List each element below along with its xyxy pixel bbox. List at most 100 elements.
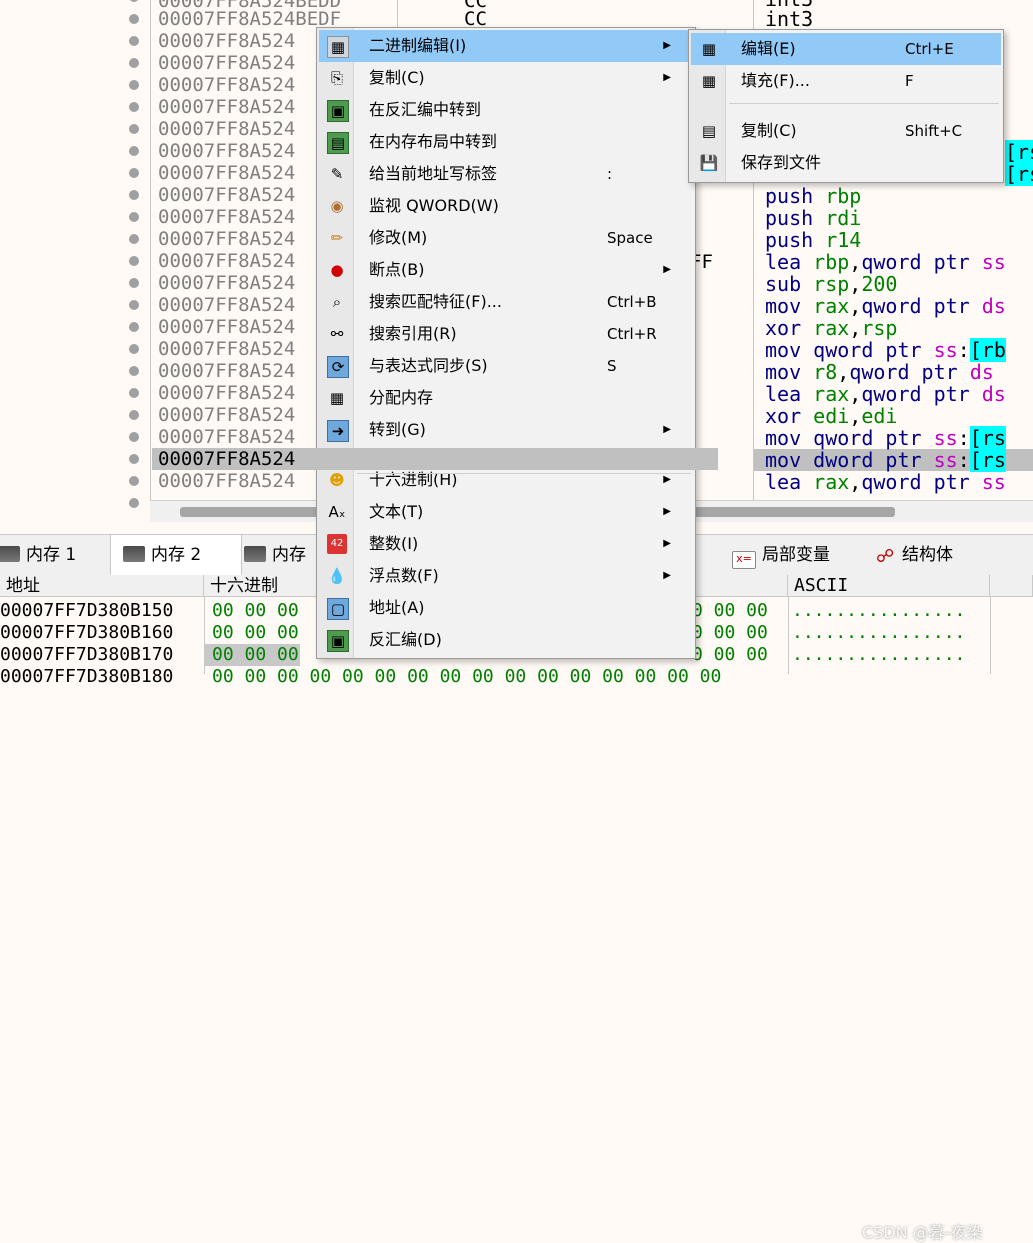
menu-item-watch[interactable]: ◉ 监视 QWORD(W)	[319, 190, 693, 222]
asm-instruction[interactable]: xor rax,rsp	[765, 317, 897, 339]
dump-row-ascii[interactable]: ................	[792, 644, 965, 666]
address-line[interactable]: 00007FF8A524	[158, 316, 295, 338]
menu-item-disasm-goto[interactable]: ▣ 在反汇编中转到	[319, 94, 693, 126]
breakpoint-gutter[interactable]	[0, 0, 151, 508]
menu-item-copy[interactable]: ⎘ 复制(C) ▶	[319, 62, 693, 94]
menu-item-address[interactable]: ▢ 地址(A)	[319, 592, 693, 624]
dump-row-address[interactable]: 00007FF7D380B180	[0, 666, 173, 688]
asm-instruction[interactable]: mov r8,qword ptr ds	[765, 361, 994, 383]
dump-row-hex[interactable]: 0 00 00	[692, 600, 768, 622]
asm-instruction[interactable]: lea rax,qword ptr ds	[765, 383, 1006, 405]
menu-item-label[interactable]: ✎ 给当前地址写标签:	[319, 158, 693, 190]
breakpoint-dot[interactable]	[129, 212, 139, 222]
address-line[interactable]: 00007FF8A524	[158, 228, 295, 250]
tab-memory-2[interactable]: 内存 2	[110, 535, 242, 575]
address-line[interactable]: 00007FF8A524	[158, 404, 295, 426]
address-line[interactable]: 00007FF8A524	[158, 250, 295, 272]
asm-instruction[interactable]: mov dword ptr ss:[rs	[765, 448, 1006, 472]
menu-item-text[interactable]: Aₓ 文本(T) ▶	[319, 496, 693, 528]
breakpoint-dot[interactable]	[129, 124, 139, 134]
address-line[interactable]: 00007FF8A524	[158, 272, 295, 294]
address-line[interactable]: 00007FF8A524	[158, 30, 295, 52]
dump-row-ascii[interactable]: ................	[792, 600, 965, 622]
breakpoint-dot[interactable]	[129, 234, 139, 244]
menu-item-breakpoint[interactable]: ● 断点(B) ▶	[319, 254, 693, 286]
tab-local-variables[interactable]: x= 局部变量	[732, 535, 854, 575]
breakpoint-dot[interactable]	[129, 388, 139, 398]
address-line[interactable]: 00007FF8A524	[158, 360, 295, 382]
address-line[interactable]: 00007FF8A524	[158, 338, 295, 360]
address-line[interactable]: 00007FF8A524	[152, 448, 718, 470]
tab-memory-3[interactable]: 内存	[244, 535, 316, 575]
address-line[interactable]: 00007FF8A524	[158, 294, 295, 316]
menu-item-pencil[interactable]: ✏ 修改(M) Space	[319, 222, 693, 254]
address-line[interactable]: 00007FF8A524	[158, 184, 295, 206]
dump-header-address[interactable]: 地址	[0, 575, 204, 597]
dump-row-ascii[interactable]: ................	[792, 622, 965, 644]
dump-row-hex[interactable]: 00 00 00	[212, 600, 299, 622]
breakpoint-dot[interactable]	[129, 14, 139, 24]
menu-item-fill[interactable]: ▦ 填充(F)... F	[691, 65, 1001, 97]
breakpoint-dot[interactable]	[129, 190, 139, 200]
tab-memory-1[interactable]: 内存 1	[0, 535, 110, 575]
asm-instruction[interactable]: push rbp	[765, 185, 861, 207]
tab-struct[interactable]: ☍ 结构体	[876, 535, 996, 575]
menu-item-memory-map[interactable]: ▤ 在内存布局中转到	[319, 126, 693, 158]
asm-instruction[interactable]: push rdi	[765, 207, 861, 229]
asm-instruction[interactable]: mov qword ptr ss:[rs	[765, 426, 1006, 450]
breakpoint-dot[interactable]	[129, 322, 139, 332]
menu-item-save-to-file[interactable]: 💾 保存到文件	[691, 147, 1001, 179]
menu-item-binary-edit[interactable]: ▦ 二进制编辑(I) ▶	[319, 30, 693, 62]
breakpoint-dot[interactable]	[129, 432, 139, 442]
breakpoint-dot[interactable]	[129, 102, 139, 112]
asm-instruction[interactable]: sub rsp,200	[765, 273, 897, 295]
asm-instruction[interactable]: int3	[765, 8, 813, 30]
dump-row-hex[interactable]: 00 00 00	[212, 644, 299, 666]
breakpoint-dot[interactable]	[129, 344, 139, 354]
menu-item-integer[interactable]: 42 整数(I) ▶	[319, 528, 693, 560]
breakpoint-dot[interactable]	[129, 58, 139, 68]
address-line[interactable]: 00007FF8A524	[158, 96, 295, 118]
breakpoint-dot[interactable]	[129, 256, 139, 266]
dump-header-ascii[interactable]: ASCII	[788, 575, 990, 597]
menu-item-binoculars[interactable]: ⚯ 搜索引用(R) Ctrl+R	[319, 318, 693, 350]
address-line[interactable]: 00007FF8A524	[158, 118, 295, 140]
breakpoint-dot[interactable]	[129, 498, 139, 508]
address-line[interactable]: 00007FF8A524	[158, 162, 295, 184]
breakpoint-dot[interactable]	[129, 454, 139, 464]
asm-instruction[interactable]: mov rax,qword ptr ds	[765, 295, 1006, 317]
asm-instruction[interactable]: push r14	[765, 229, 861, 251]
asm-instruction[interactable]: lea rax,qword ptr ss	[765, 471, 1006, 493]
address-line[interactable]: 00007FF8A524	[158, 206, 295, 228]
breakpoint-dot[interactable]	[129, 410, 139, 420]
menu-item-float-drop[interactable]: 💧 浮点数(F) ▶	[319, 560, 693, 592]
menu-item-sync[interactable]: ⟳ 与表达式同步(S) S	[319, 350, 693, 382]
menu-item-search-pattern[interactable]: ⌕ 搜索匹配特征(F)... Ctrl+B	[319, 286, 693, 318]
breakpoint-dot[interactable]	[129, 0, 139, 2]
breakpoint-dot[interactable]	[129, 476, 139, 486]
address-line[interactable]: 00007FF8A524	[158, 52, 295, 74]
asm-instruction[interactable]: lea rbp,qword ptr ss	[765, 251, 1006, 273]
menu-item-copy-binary[interactable]: ▤ 复制(C) Shift+C	[691, 115, 1001, 147]
breakpoint-dot[interactable]	[129, 300, 139, 310]
dump-row-hex[interactable]: 00 00 00	[212, 622, 299, 644]
dump-row-address[interactable]: 00007FF7D380B160	[0, 622, 173, 644]
dump-row-hex[interactable]: 0 00 00	[692, 644, 768, 666]
address-line[interactable]: 00007FF8A524	[158, 382, 295, 404]
breakpoint-dot[interactable]	[129, 168, 139, 178]
address-line[interactable]: 00007FF8A524	[158, 426, 295, 448]
breakpoint-dot[interactable]	[129, 366, 139, 376]
address-line[interactable]: 00007FF8A524BEDF	[158, 8, 341, 30]
dump-row-hex[interactable]: 0 00 00	[692, 622, 768, 644]
menu-item-disassembly[interactable]: ▣ 反汇编(D)	[319, 624, 693, 656]
menu-item-edit-binary[interactable]: ▦ 编辑(E) Ctrl+E	[691, 33, 1001, 65]
menu-item-allocate-memory[interactable]: ▦ 分配内存	[319, 382, 693, 414]
breakpoint-dot[interactable]	[129, 36, 139, 46]
breakpoint-dot[interactable]	[129, 80, 139, 90]
dump-row-hex[interactable]: 00 00 00 00 00 00 00 00 00 00 00 00 00 0…	[212, 666, 721, 688]
breakpoint-dot[interactable]	[129, 278, 139, 288]
address-line[interactable]: 00007FF8A524	[158, 470, 295, 492]
asm-instruction[interactable]: mov qword ptr ss:[rb	[765, 338, 1006, 362]
asm-instruction[interactable]: xor edi,edi	[765, 405, 897, 427]
address-line[interactable]: 00007FF8A524	[158, 140, 295, 162]
